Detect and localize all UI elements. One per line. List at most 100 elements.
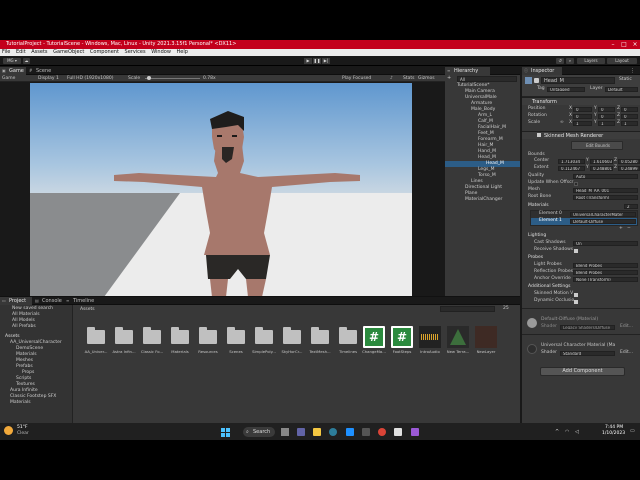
resolution-dropdown[interactable]: Full HD (1920x1080) [67,75,113,82]
tree-item[interactable]: Materials [10,400,31,406]
cloud-icon[interactable]: ☁ [23,58,30,64]
play-focused-dropdown[interactable]: Play Focused [342,75,371,82]
add-icon[interactable]: + [447,76,452,81]
visual-studio-icon[interactable] [411,428,419,436]
menu-help[interactable]: Help [177,49,188,55]
gizmos-dropdown[interactable]: Gizmos [418,75,435,82]
menu-edit[interactable]: Edit [16,49,26,55]
volume-icon[interactable]: ◁ [575,429,579,435]
scale-slider[interactable] [145,78,200,79]
play-button[interactable]: ▶ [304,58,312,64]
active-checkbox[interactable] [534,78,539,83]
add-component-button[interactable]: Add Component [540,367,625,376]
hierarchy-item[interactable]: MaterialChanger [465,197,502,203]
search-icon[interactable]: ⌕ [566,58,574,64]
folder-icon[interactable] [169,326,191,348]
tag-dropdown[interactable]: Untagged [547,87,585,92]
task-view-icon[interactable] [281,428,289,436]
menu-component[interactable]: Component [90,49,119,55]
cast-shadows-dropdown[interactable]: On [573,241,638,246]
rotation-z-field[interactable]: 0 [621,114,638,119]
center-y-field[interactable]: 1.610603 [590,159,613,164]
clock-time[interactable]: 7:44 PM [605,425,623,430]
pause-button[interactable]: ❚❚ [313,58,321,64]
quality-dropdown[interactable]: Auto [573,174,638,179]
extent-z-field[interactable]: 0.24899 [618,166,640,171]
anchor-override-field[interactable]: None (Transform) [573,277,638,282]
folder-icon[interactable] [113,326,135,348]
lighting-foldout[interactable]: Lighting [528,233,546,239]
menu-assets[interactable]: Assets [31,49,47,55]
project-search-input[interactable] [440,306,495,312]
notification-icon[interactable]: ▭ [630,428,635,434]
scale-y-field[interactable]: 1 [598,121,615,126]
additional-settings-foldout[interactable]: Additional Settings [528,284,570,290]
scale-slider-handle[interactable] [147,76,151,80]
remove-element-icon[interactable]: − [627,226,631,232]
layer-dropdown[interactable]: Default [605,87,638,92]
audio-clip-icon[interactable] [419,326,441,348]
breadcrumb[interactable]: Assets [80,307,95,313]
display-dropdown[interactable]: Display 1 [38,75,59,82]
weather-temp[interactable]: 51°F [17,425,28,430]
edit-bounds-button[interactable]: Edit Bounds [571,141,623,150]
add-element-icon[interactable]: + [619,226,623,232]
account-button[interactable]: MG ▾ [3,58,21,64]
materials-count-field[interactable]: 2 [624,204,638,209]
transform-header[interactable]: Transform [522,97,640,105]
dynamic-occlusion-checkbox[interactable] [574,300,578,304]
mesh-field[interactable]: Head_M_AA_001 [573,188,638,193]
material-2-edit-button[interactable]: Edit... [620,350,633,356]
material-1-shader-dropdown[interactable]: Legacy Shaders/Diffuse [560,325,615,330]
rotation-y-field[interactable]: 0 [598,114,615,119]
folder-icon[interactable] [141,326,163,348]
minimize-icon[interactable]: – [608,40,618,49]
close-icon[interactable]: × [630,40,640,49]
tab-scene[interactable]: # Scene [27,67,53,75]
csharp-script-icon[interactable]: # [391,326,413,348]
folder-icon[interactable] [197,326,219,348]
folder-icon[interactable] [225,326,247,348]
menu-window[interactable]: Window [151,49,171,55]
menu-file[interactable]: File [2,49,10,55]
folder-icon[interactable] [337,326,359,348]
folder-icon[interactable] [85,326,107,348]
scale-x-field[interactable]: 1 [573,121,592,126]
folder-icon[interactable] [309,326,331,348]
terrain-layer-icon[interactable] [447,326,469,348]
tab-timeline[interactable]: ≡ Timeline [64,297,97,305]
mute-icon[interactable]: ♪ [390,75,393,82]
object-name-field[interactable]: Head_M [541,77,615,84]
kebab-menu-icon[interactable]: ⋮ [630,67,635,75]
hierarchy-search-input[interactable]: All [457,76,517,82]
folder-icon[interactable] [253,326,275,348]
layout-dropdown[interactable]: Layout [607,58,637,64]
static-toggle[interactable]: Static [619,77,632,83]
maximize-icon[interactable]: □ [619,40,629,49]
clock-date[interactable]: 1/10/2023 [602,431,625,436]
root-bone-field[interactable]: Root (Transform) [573,195,638,200]
history-icon[interactable]: ↺ [556,58,564,64]
csharp-script-icon[interactable]: # [363,326,385,348]
center-z-field[interactable]: 0.05280 [618,159,640,164]
material-2-shader-dropdown[interactable]: Standard [560,351,615,356]
teams-icon[interactable] [297,428,305,436]
element-0-field[interactable]: UniversalCharacterMater [570,212,636,217]
rotation-x-field[interactable]: 0 [573,114,592,119]
game-mode-dropdown[interactable]: Game [2,75,15,82]
tab-inspector[interactable]: ⓘ Inspector [522,67,562,75]
tab-hierarchy[interactable]: ≡ Hierarchy [445,67,490,75]
file-explorer-icon[interactable] [313,428,321,436]
materials-foldout[interactable]: Materials [528,203,549,209]
element-1-field[interactable]: Default-Diffuse [570,219,636,224]
unity-hub-icon[interactable] [394,428,402,436]
tab-project[interactable]: ▭ Project [0,297,32,305]
tray-chevron-icon[interactable]: ^ [555,429,559,435]
settings-icon[interactable] [362,428,370,436]
favorites-item[interactable]: All Prefabs [12,324,36,330]
menu-services[interactable]: Services [125,49,146,55]
position-x-field[interactable]: 0 [573,107,592,112]
layers-dropdown[interactable]: Layers [577,58,605,64]
probes-foldout[interactable]: Probes [528,255,543,261]
game-viewport[interactable] [30,83,412,297]
